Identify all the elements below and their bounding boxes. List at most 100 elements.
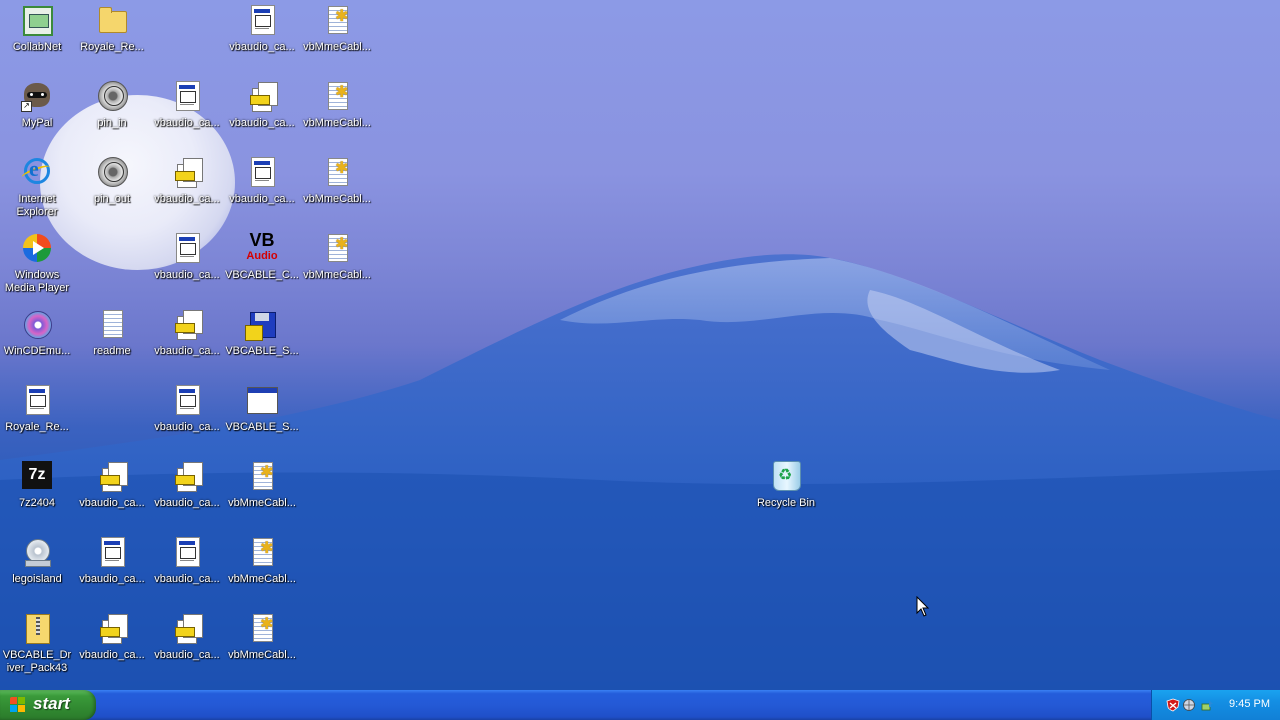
network-icon[interactable]	[1182, 698, 1196, 712]
desktop-icon-vbaudio-c2r9[interactable]: vbaudio_ca...	[75, 612, 149, 662]
desktop: CollabNet ↗ MyPal Internet Explorer Wind…	[0, 0, 1280, 690]
icon-label: vbaudio_ca...	[154, 497, 220, 509]
settings-file-icon: ✱	[321, 80, 353, 112]
desktop-icon-vbaudio-c3r2[interactable]: vbaudio_ca...	[150, 80, 224, 130]
safely-remove-icon[interactable]	[1200, 698, 1214, 712]
desktop-icon-vbcable-c[interactable]: VB Audio VBCABLE_C...	[225, 230, 299, 282]
settings-file-icon: ✱	[246, 612, 278, 644]
desktop-icon-internet-explorer[interactable]: Internet Explorer	[0, 156, 74, 219]
settings-file-icon: ✱	[321, 4, 353, 36]
desktop-icon-vbaudio-c3r6[interactable]: vbaudio_ca...	[150, 384, 224, 434]
desktop-icon-royale-doc[interactable]: Royale_Re...	[0, 384, 74, 434]
media-player-icon	[21, 232, 53, 264]
folder-icon	[96, 4, 128, 36]
icon-label: VBCABLE_Driver_Pack43	[2, 649, 72, 674]
desktop-icon-vbcable-driver-pack[interactable]: VBCABLE_Driver_Pack43	[0, 612, 74, 675]
icon-label: Royale_Re...	[5, 421, 69, 433]
icon-label: vbaudio_ca...	[154, 117, 220, 129]
desktop-icon-vbaudio-c4r2[interactable]: vbaudio_ca...	[225, 80, 299, 130]
installer-icon	[171, 460, 203, 492]
icon-label: pin_out	[93, 193, 131, 205]
icon-label: vbMmeCabl...	[228, 649, 296, 661]
desktop-icon-vbmmecable-c5r3[interactable]: ✱ vbMmeCabl...	[300, 156, 374, 206]
icon-label: vbaudio_ca...	[229, 41, 295, 53]
icon-label: vbaudio_ca...	[154, 345, 220, 357]
desktop-icon-legoisland[interactable]: legoisland	[0, 536, 74, 586]
desktop-icon-vbmmecable-c4r8[interactable]: ✱ vbMmeCabl...	[225, 536, 299, 586]
document-icon	[171, 80, 203, 112]
icon-label: vbMmeCabl...	[303, 117, 371, 129]
desktop-icon-pin-out[interactable]: pin_out	[75, 156, 149, 206]
desktop-icon-vbcable-setup-app[interactable]: VBCABLE_S...	[225, 384, 299, 434]
desktop-icon-vbaudio-c3r7[interactable]: vbaudio_ca...	[150, 460, 224, 510]
icon-label: CollabNet	[12, 41, 62, 53]
document-icon	[21, 384, 53, 416]
icon-label: vbaudio_ca...	[79, 649, 145, 661]
app-window-icon	[246, 384, 278, 416]
installer-icon	[246, 80, 278, 112]
installer-icon	[171, 308, 203, 340]
desktop-icon-windows-media-player[interactable]: Windows Media Player	[0, 232, 74, 295]
setup-floppy-icon	[245, 308, 278, 341]
desktop-icon-vbmmecable-c5r1[interactable]: ✱ vbMmeCabl...	[300, 4, 374, 54]
vb-audio-icon: VB Audio	[246, 230, 278, 262]
desktop-icon-vbaudio-c4r1[interactable]: vbaudio_ca...	[225, 4, 299, 54]
start-button[interactable]: start	[0, 690, 96, 720]
desktop-icon-pin-in[interactable]: pin_in	[75, 80, 149, 130]
settings-file-icon: ✱	[246, 460, 278, 492]
icon-label: vbaudio_ca...	[154, 573, 220, 585]
installer-icon	[96, 460, 128, 492]
desktop-icon-vbaudio-c3r8[interactable]: vbaudio_ca...	[150, 536, 224, 586]
start-label: start	[33, 694, 70, 713]
desktop-icon-wincdemu[interactable]: WinCDEmu...	[0, 308, 74, 358]
document-icon	[246, 4, 278, 36]
icon-label: Internet Explorer	[16, 193, 58, 218]
icon-label: 7z2404	[18, 497, 56, 509]
desktop-icon-7z2404[interactable]: 7z 7z2404	[0, 460, 74, 510]
icon-label: Royale_Re...	[80, 41, 144, 53]
installer-icon	[96, 612, 128, 644]
mouse-cursor-icon	[916, 596, 930, 617]
icon-label: Recycle Bin	[756, 497, 816, 509]
icon-label: vbMmeCabl...	[228, 497, 296, 509]
desktop-icon-vbmmecable-c4r9[interactable]: ✱ vbMmeCabl...	[225, 612, 299, 662]
security-alert-icon[interactable]	[1166, 698, 1180, 712]
desktop-icon-vbaudio-c3r9[interactable]: vbaudio_ca...	[150, 612, 224, 662]
icon-label: readme	[93, 345, 131, 357]
desktop-icon-vbmmecable-c5r2[interactable]: ✱ vbMmeCabl...	[300, 80, 374, 130]
document-icon	[171, 384, 203, 416]
desktop-icon-vbaudio-c3r3[interactable]: vbaudio_ca...	[150, 156, 224, 206]
icon-label: legoisland	[12, 573, 62, 585]
speaker-icon	[96, 156, 128, 188]
desktop-icon-readme[interactable]: readme	[75, 308, 149, 358]
desktop-icon-vbaudio-c4r3[interactable]: vbaudio_ca...	[225, 156, 299, 206]
desktop-icon-collabnet[interactable]: CollabNet	[0, 4, 74, 54]
desktop-icon-vbaudio-c2r7[interactable]: vbaudio_ca...	[75, 460, 149, 510]
desktop-icon-vbaudio-c3r5[interactable]: vbaudio_ca...	[150, 308, 224, 358]
desktop-icon-vbmmecable-c5r4[interactable]: ✱ vbMmeCabl...	[300, 232, 374, 282]
icon-label: Windows Media Player	[4, 269, 70, 294]
clock[interactable]: 9:45 PM	[1229, 698, 1270, 710]
desktop-icon-royale-folder[interactable]: Royale_Re...	[75, 4, 149, 54]
icon-label: WinCDEmu...	[3, 345, 71, 357]
zip-folder-icon	[21, 612, 53, 644]
installer-icon	[171, 156, 203, 188]
icon-label: vbMmeCabl...	[303, 193, 371, 205]
windows-logo-icon	[10, 697, 26, 713]
collabnet-icon	[21, 4, 53, 36]
settings-file-icon: ✱	[246, 536, 278, 568]
desktop-icon-vbaudio-c2r8[interactable]: vbaudio_ca...	[75, 536, 149, 586]
document-icon	[246, 156, 278, 188]
document-icon	[171, 232, 203, 264]
icon-label: vbaudio_ca...	[229, 117, 295, 129]
icon-label: VBCABLE_C...	[225, 269, 299, 281]
desktop-icon-recycle-bin[interactable]: Recycle Bin	[749, 460, 823, 510]
desktop-icon-vbcable-setup[interactable]: VBCABLE_S...	[225, 308, 299, 358]
icon-label: VBCABLE_S...	[225, 345, 299, 357]
desktop-icon-mypal[interactable]: ↗ MyPal	[0, 80, 74, 130]
desktop-icon-vbaudio-c3r4[interactable]: vbaudio_ca...	[150, 232, 224, 282]
desktop-icon-vbmmecable-c4r7[interactable]: ✱ vbMmeCabl...	[225, 460, 299, 510]
taskbar: start 9:45 PM	[0, 690, 1280, 720]
icon-label: VBCABLE_S...	[225, 421, 299, 433]
7zip-icon: 7z	[21, 460, 53, 492]
